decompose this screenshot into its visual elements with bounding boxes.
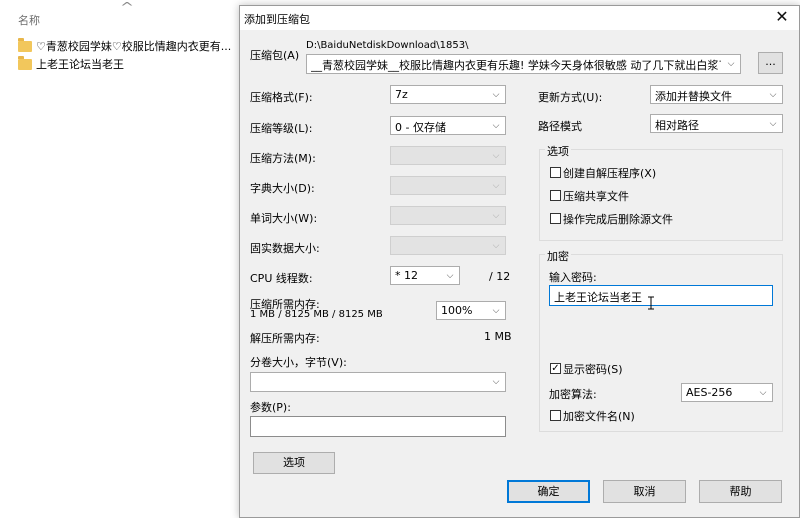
mem-percent-value: 100%: [441, 304, 473, 317]
format-value: 7z: [395, 88, 408, 101]
file-name: 上老王论坛当老王: [36, 58, 124, 71]
level-label: 压缩等级(L):: [250, 122, 313, 135]
mem-percent-select[interactable]: 100% ⌵: [436, 301, 506, 320]
volume-combo[interactable]: ⌵: [250, 372, 506, 392]
ok-button[interactable]: 确定: [507, 480, 590, 503]
chevron-down-icon: ⌵: [492, 181, 500, 191]
delete-after-label: 操作完成后删除源文件: [563, 213, 673, 226]
text-cursor-icon: [648, 296, 654, 310]
dict-select: ⌵: [390, 176, 506, 195]
params-input[interactable]: [250, 416, 506, 437]
options-button[interactable]: 选项: [253, 452, 335, 474]
help-button[interactable]: 帮助: [699, 480, 782, 503]
add-to-archive-dialog: 添加到压缩包 ✕ 压缩包(A) D:\BaiduNetdiskDownload\…: [239, 5, 800, 518]
word-select: ⌵: [390, 206, 506, 225]
archive-path: D:\BaiduNetdiskDownload\1853\: [306, 40, 469, 51]
mem-decomp-label: 解压所需内存:: [250, 332, 320, 345]
chevron-down-icon[interactable]: ⌵: [490, 304, 502, 318]
word-label: 单词大小(W):: [250, 212, 318, 225]
delete-after-checkbox[interactable]: [550, 213, 561, 224]
show-password-label: 显示密码(S): [563, 363, 623, 376]
update-label: 更新方式(U):: [538, 91, 603, 104]
dialog-title: 添加到压缩包: [244, 13, 310, 26]
volume-label: 分卷大小，字节(V):: [250, 356, 347, 369]
chevron-down-icon[interactable]: ⌵: [767, 88, 779, 102]
path-mode-select[interactable]: 相对路径 ⌵: [650, 114, 783, 133]
shared-checkbox[interactable]: [550, 190, 561, 201]
method-select: ⌵: [390, 146, 506, 165]
folder-icon: [18, 37, 32, 52]
level-select[interactable]: 0 - 仅存储 ⌵: [390, 116, 506, 135]
encryption-group-title: 加密: [545, 248, 571, 264]
solid-label: 固实数据大小:: [250, 242, 320, 255]
level-value: 0 - 仅存储: [395, 121, 446, 134]
cpu-select[interactable]: * 12 ⌵: [390, 266, 460, 285]
file-row[interactable]: ♡青葱校园学妹♡校服比情趣内衣更有...: [18, 37, 231, 55]
shared-label: 压缩共享文件: [563, 190, 629, 203]
chevron-down-icon[interactable]: ⌵: [490, 375, 502, 389]
show-password-checkbox[interactable]: ✓: [550, 363, 561, 374]
chevron-down-icon[interactable]: ⌵: [757, 386, 769, 400]
options-group-title: 选项: [545, 143, 571, 159]
name-column-header[interactable]: 名称: [18, 12, 40, 28]
chevron-down-icon[interactable]: ⌵: [490, 88, 502, 102]
format-label: 压缩格式(F):: [250, 91, 313, 104]
mem-comp-detail: 1 MB / 8125 MB / 8125 MB: [250, 309, 383, 320]
close-icon[interactable]: ✕: [773, 8, 791, 26]
file-name: ♡青葱校园学妹♡校服比情趣内衣更有...: [36, 40, 232, 53]
checkmark-icon: ✓: [551, 363, 560, 374]
chevron-down-icon: ⌵: [492, 241, 500, 251]
enc-method-label: 加密算法:: [549, 388, 597, 401]
sort-up-icon[interactable]: ^: [120, 0, 134, 14]
password-label: 输入密码:: [549, 271, 597, 284]
archive-name-value: __青葱校园学妹__校服比情趣内衣更有乐趣! 学妹今天身体很敏感 动了几下就出白…: [311, 59, 721, 72]
solid-select: ⌵: [390, 236, 506, 255]
archive-name-combo[interactable]: __青葱校园学妹__校服比情趣内衣更有乐趣! 学妹今天身体很敏感 动了几下就出白…: [306, 54, 741, 74]
password-input[interactable]: 上老王论坛当老王: [549, 285, 773, 306]
folder-icon: [18, 55, 32, 70]
cpu-label: CPU 线程数:: [250, 272, 313, 285]
params-label: 参数(P):: [250, 401, 291, 414]
browse-button[interactable]: ...: [758, 52, 783, 74]
path-mode-label: 路径模式: [538, 120, 582, 133]
update-value: 添加并替换文件: [655, 90, 732, 103]
chevron-down-icon: ⌵: [492, 211, 500, 221]
chevron-down-icon: ⌵: [492, 151, 500, 161]
sfx-label: 创建自解压程序(X): [563, 167, 657, 180]
mem-decomp-value: 1 MB: [484, 330, 512, 343]
file-explorer: ^ 名称 ♡青葱校园学妹♡校服比情趣内衣更有... 上老王论坛当老王: [0, 0, 240, 518]
path-mode-value: 相对路径: [655, 119, 699, 132]
title-bar: 添加到压缩包 ✕: [240, 6, 799, 30]
chevron-down-icon[interactable]: ⌵: [767, 117, 779, 131]
encrypt-names-checkbox[interactable]: [550, 410, 561, 421]
chevron-down-icon[interactable]: ⌵: [725, 57, 737, 71]
update-select[interactable]: 添加并替换文件 ⌵: [650, 85, 783, 104]
enc-method-value: AES-256: [686, 386, 733, 399]
password-value: 上老王论坛当老王: [554, 291, 642, 304]
dict-label: 字典大小(D):: [250, 182, 315, 195]
archive-label: 压缩包(A): [250, 49, 300, 62]
enc-method-select[interactable]: AES-256 ⌵: [681, 383, 773, 402]
method-label: 压缩方法(M):: [250, 152, 316, 165]
encrypt-names-label: 加密文件名(N): [563, 410, 635, 423]
cancel-button[interactable]: 取消: [603, 480, 686, 503]
sfx-checkbox[interactable]: [550, 167, 561, 178]
cpu-max: / 12: [489, 270, 511, 283]
format-select[interactable]: 7z ⌵: [390, 85, 506, 104]
chevron-down-icon[interactable]: ⌵: [490, 119, 502, 133]
chevron-down-icon[interactable]: ⌵: [444, 269, 456, 283]
cpu-value: * 12: [395, 269, 418, 282]
file-row[interactable]: 上老王论坛当老王: [18, 55, 124, 73]
